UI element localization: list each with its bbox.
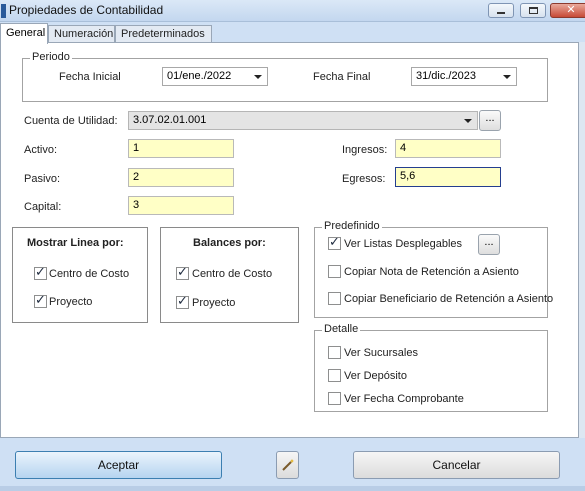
window-right-edge (579, 42, 585, 438)
cancel-button-label: Cancelar (432, 458, 481, 472)
balances-centro-costo-checkbox[interactable]: ✓ (176, 264, 189, 280)
balances-centro-costo-label: Centro de Costo (192, 268, 273, 280)
chevron-down-icon (254, 75, 262, 79)
fecha-inicial-value: 01/ene./2022 (167, 70, 232, 82)
magic-wand-button[interactable] (276, 451, 299, 479)
mostrar-proyecto-label: Proyecto (49, 296, 93, 308)
check-icon: ✓ (177, 293, 188, 308)
fecha-final-label: Fecha Final (313, 71, 371, 83)
balances-title: Balances por: (193, 237, 266, 249)
tab-strip: General Numeración Predeterminados (0, 23, 585, 44)
cuenta-utilidad-label: Cuenta de Utilidad: (24, 115, 118, 127)
window-bottom-edge (0, 486, 585, 491)
mostrar-proyecto-checkbox[interactable]: ✓ (34, 292, 47, 308)
ingresos-label: Ingresos: (342, 144, 388, 156)
mostrar-centro-costo-checkbox[interactable]: ✓ (34, 264, 47, 280)
maximize-button[interactable] (520, 3, 546, 18)
chevron-down-icon (503, 75, 511, 79)
ver-fecha-comprobante-label: Ver Fecha Comprobante (344, 393, 464, 405)
pasivo-label: Pasivo: (24, 173, 61, 185)
egresos-label: Egresos: (342, 173, 386, 185)
detalle-legend: Detalle (322, 323, 361, 335)
fecha-final-value: 31/dic./2023 (416, 70, 476, 82)
tab-label: Predeterminados (121, 28, 205, 40)
minimize-button[interactable] (488, 3, 514, 18)
cuenta-utilidad-select[interactable]: 3.07.02.01.001 (128, 111, 478, 130)
ver-listas-label: Ver Listas Desplegables (344, 238, 463, 250)
window-title: Propiedades de Contabilidad (9, 3, 164, 17)
fecha-inicial-picker[interactable]: 01/ene./2022 (162, 67, 268, 86)
ingresos-input[interactable]: 4 (395, 139, 501, 158)
accept-button[interactable]: Aceptar (15, 451, 222, 479)
close-button[interactable]: ✕ (550, 3, 585, 18)
pasivo-input[interactable]: 2 (128, 168, 234, 187)
cuenta-utilidad-browse-button[interactable]: ... (479, 110, 501, 131)
tab-general[interactable]: General (0, 23, 48, 44)
ver-fecha-comprobante-checkbox[interactable] (328, 392, 341, 405)
cuenta-utilidad-value: 3.07.02.01.001 (133, 114, 207, 126)
ver-deposito-label: Ver Depósito (344, 370, 407, 382)
tab-label: Numeración (54, 28, 114, 40)
check-icon: ✓ (177, 264, 188, 279)
predefinido-browse-button[interactable]: ... (478, 234, 500, 255)
ver-listas-checkbox[interactable]: ✓ (328, 234, 341, 250)
balances-box: Balances por: ✓ Centro de Costo ✓ Proyec… (160, 227, 299, 323)
app-icon (1, 4, 6, 18)
fecha-inicial-label: Fecha Inicial (59, 71, 121, 83)
maximize-icon (528, 7, 538, 14)
capital-label: Capital: (24, 201, 62, 213)
activo-label: Activo: (24, 144, 58, 156)
predefinido-group: Predefinido ✓ Ver Listas Desplegables ..… (314, 220, 553, 318)
cancel-button[interactable]: Cancelar (353, 451, 560, 479)
copiar-beneficiario-label: Copiar Beneficiario de Retención a Asien… (344, 293, 554, 305)
egresos-input[interactable]: 5,6 (395, 167, 501, 187)
general-panel: Periodo Fecha Inicial 01/ene./2022 Fecha… (0, 42, 579, 438)
predefinido-legend: Predefinido (322, 220, 382, 232)
mostrar-centro-costo-label: Centro de Costo (49, 268, 130, 280)
capital-input[interactable]: 3 (128, 196, 234, 215)
fecha-final-picker[interactable]: 31/dic./2023 (411, 67, 517, 86)
balances-proyecto-checkbox[interactable]: ✓ (176, 293, 189, 309)
magic-wand-icon (281, 459, 294, 471)
ver-deposito-checkbox[interactable] (328, 369, 341, 382)
periodo-legend: Periodo (30, 51, 72, 63)
check-icon: ✓ (35, 264, 46, 279)
close-icon: ✕ (566, 4, 576, 16)
activo-input[interactable]: 1 (128, 139, 234, 158)
mostrar-linea-title: Mostrar Linea por: (27, 237, 124, 249)
detalle-group: Detalle Ver Sucursales Ver Depósito Ver … (314, 323, 548, 412)
title-bar: Propiedades de Contabilidad ✕ (0, 0, 585, 22)
mostrar-linea-box: Mostrar Linea por: ✓ Centro de Costo ✓ P… (12, 227, 148, 323)
minimize-icon (497, 12, 505, 14)
copiar-nota-checkbox[interactable] (328, 265, 341, 278)
accept-button-label: Aceptar (97, 458, 140, 472)
copiar-beneficiario-checkbox[interactable] (328, 292, 341, 305)
tab-predeterminados[interactable]: Predeterminados (115, 25, 212, 43)
ver-sucursales-label: Ver Sucursales (344, 347, 418, 359)
button-bar: Aceptar Cancelar (0, 439, 585, 491)
tab-numeracion[interactable]: Numeración (48, 25, 115, 43)
tab-label: General (6, 27, 46, 39)
check-icon: ✓ (35, 292, 46, 307)
copiar-nota-label: Copiar Nota de Retención a Asiento (344, 266, 519, 278)
balances-proyecto-label: Proyecto (192, 297, 236, 309)
ver-sucursales-checkbox[interactable] (328, 346, 341, 359)
periodo-group: Periodo Fecha Inicial 01/ene./2022 Fecha… (22, 51, 548, 102)
check-icon: ✓ (329, 234, 340, 249)
chevron-down-icon (464, 119, 472, 123)
